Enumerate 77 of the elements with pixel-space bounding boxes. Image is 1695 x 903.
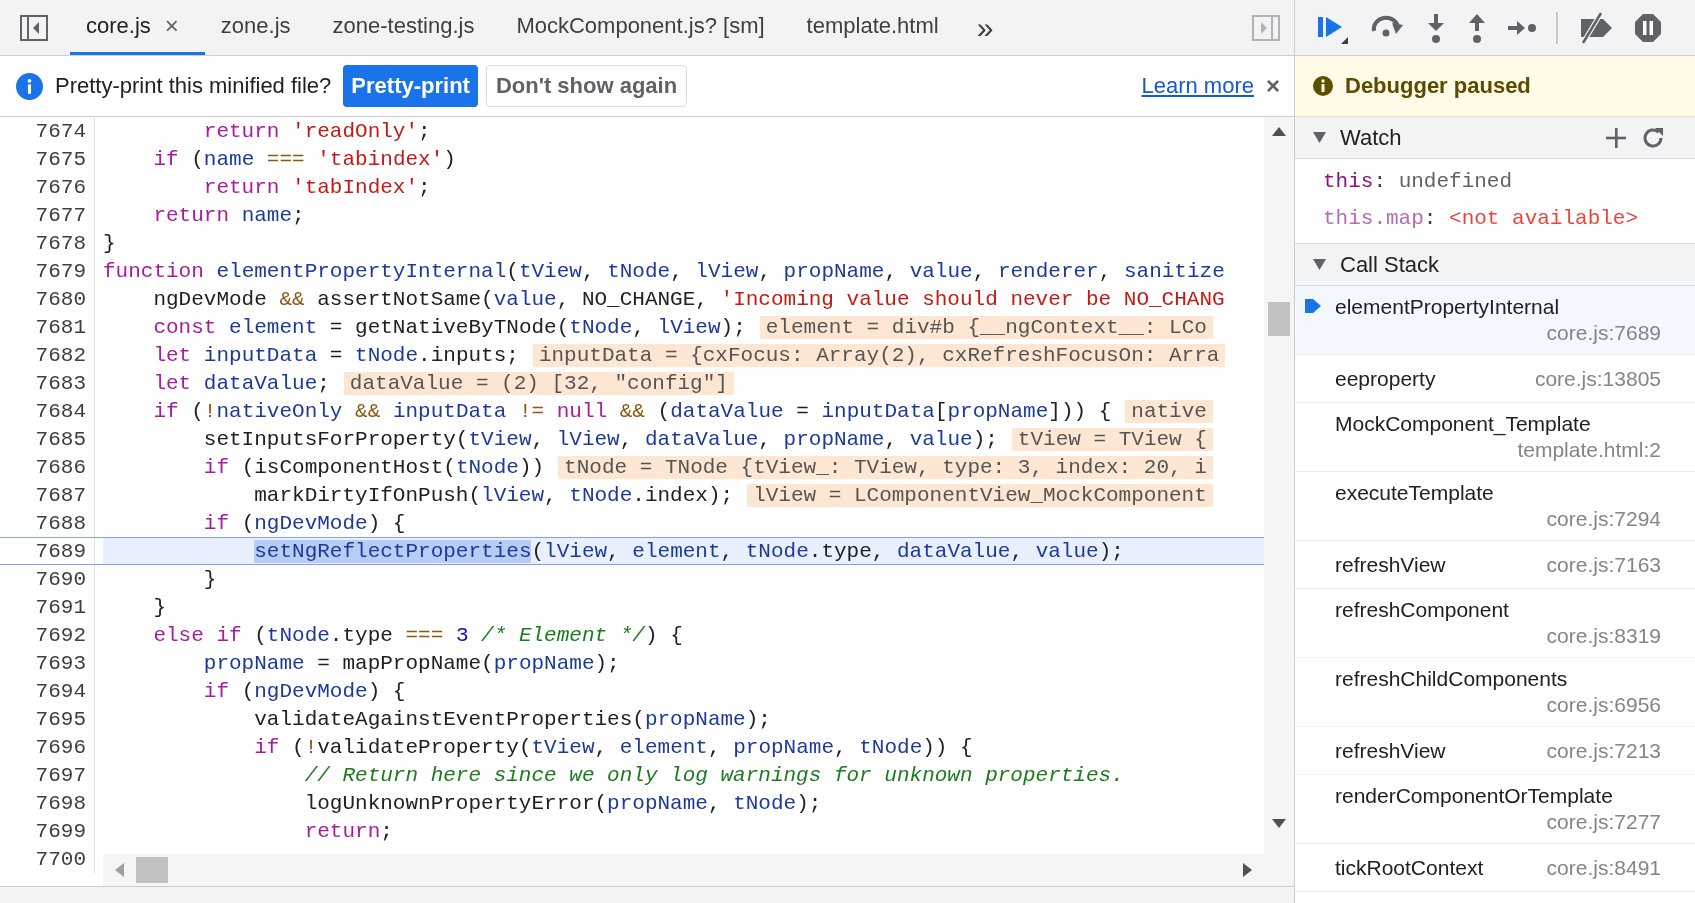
- code-line: function elementPropertyInternal(tView, tNode, lView, propName, value, renderer, sanitize: [103, 259, 1225, 283]
- code-line: if (ngDevMode) {: [202, 679, 406, 703]
- file-tab[interactable]: MockComponent.js? [sm]: [500, 0, 791, 55]
- watch-header[interactable]: Watch: [1295, 117, 1695, 159]
- code-line: // Return here since we only log warnings for unknown properties.: [303, 763, 1124, 787]
- inline-value: tView = TView {: [1011, 427, 1213, 451]
- scrollbar-thumb[interactable]: [136, 857, 168, 883]
- code-line: if (ngDevMode) {: [202, 511, 406, 535]
- call-frame[interactable]: tickRootContext core.js:8491: [1295, 844, 1695, 892]
- call-frame[interactable]: refreshComponent core.js:8319: [1295, 589, 1695, 658]
- call-frame[interactable]: MockComponent_Template template.html:2: [1295, 403, 1695, 472]
- inline-value: inputData = {cxFocus: Array(2), cxRefreshFocusOn: Arra: [532, 343, 1226, 367]
- watch-entry: this: undefined: [1323, 169, 1514, 195]
- file-tab[interactable]: zone-testing.js: [316, 0, 501, 55]
- code-line: if (isComponentHost(tNode)): [202, 455, 545, 479]
- code-line: }: [152, 595, 166, 619]
- call-frame[interactable]: refreshView core.js:7163: [1295, 541, 1695, 589]
- inline-value: dataValue = (2) [32, "config"]: [343, 371, 734, 395]
- file-tab[interactable]: core.js ×: [70, 0, 205, 55]
- call-frame[interactable]: elementPropertyInternal core.js:7689: [1295, 286, 1695, 355]
- debugger-toggle-icon[interactable]: [1252, 14, 1280, 41]
- code-line: else if (tNode.type === 3 /* Element */) {: [152, 623, 683, 647]
- close-button[interactable]: ×: [1266, 72, 1280, 100]
- add-icon[interactable]: [1605, 126, 1627, 149]
- scroll-up-icon[interactable]: [1272, 127, 1286, 136]
- section-title: Call Stack: [1340, 251, 1440, 278]
- info-message: Pretty-print this minified file?: [55, 73, 332, 99]
- current-frame-icon: [1305, 297, 1321, 315]
- expand-triangle-icon[interactable]: [1313, 132, 1326, 143]
- info-icon: [16, 72, 43, 100]
- call-frame[interactable]: eeproperty core.js:13805: [1295, 355, 1695, 403]
- info-icon: [1313, 76, 1333, 96]
- call-stack-header[interactable]: Call Stack: [1295, 244, 1695, 286]
- code-line: }: [202, 567, 217, 591]
- navigator-toggle-icon[interactable]: [20, 14, 48, 41]
- more-tabs-button[interactable]: »: [976, 12, 994, 43]
- call-frame[interactable]: renderComponentOrTemplate core.js:7277: [1295, 775, 1695, 844]
- call-frame[interactable]: refreshView core.js:7213: [1295, 727, 1695, 775]
- file-tab[interactable]: template.html: [790, 0, 965, 55]
- call-frame[interactable]: executeTemplate core.js:7294: [1295, 472, 1695, 541]
- code-line: let inputData = tNode.inputs;: [152, 343, 519, 367]
- code-line: propName = mapPropName(propName);: [202, 651, 620, 675]
- code-line: return 'readOnly';: [202, 119, 431, 143]
- code-line: validateAgainstEventProperties(propName);: [253, 707, 771, 731]
- inline-value: native: [1125, 399, 1213, 423]
- code-line: return name;: [152, 203, 305, 227]
- code-line: return 'tabIndex';: [202, 175, 431, 199]
- code-line: return;: [303, 819, 393, 843]
- code-line: logUnknownPropertyError(propName, tNode);: [303, 791, 822, 815]
- code-line: let dataValue;: [152, 371, 330, 395]
- pause-on-exceptions-icon[interactable]: [1634, 12, 1662, 43]
- scroll-right-icon[interactable]: [1243, 863, 1252, 877]
- code-line: }: [103, 231, 116, 255]
- pretty-print-button[interactable]: Pretty-print: [343, 65, 478, 107]
- inline-value: element = div#b {__ngContext__: LCo: [759, 315, 1213, 339]
- call-frame[interactable]: refreshChildComponents core.js:6956: [1295, 658, 1695, 727]
- refresh-icon[interactable]: [1641, 125, 1665, 150]
- section-title: Watch: [1340, 124, 1402, 151]
- code-line: setInputsForProperty(tView, lView, dataValue, propName, value);: [202, 427, 998, 451]
- code-line: const element = getNativeByTNode(tNode, lView);: [152, 315, 746, 339]
- learn-more-link[interactable]: Learn more: [1141, 73, 1254, 99]
- code-line: markDirtyIfOnPush(lView, tNode.index);: [253, 483, 734, 507]
- code-line: ngDevMode && assertNotSame(value, NO_CHANGE, 'Incoming value should never be NO_CHANG: [152, 287, 1225, 311]
- scrollbar-thumb[interactable]: [1268, 302, 1290, 336]
- watch-entry: this.map: <not available>: [1323, 206, 1640, 232]
- dont-show-again-button[interactable]: Don't show again: [485, 65, 688, 107]
- expand-triangle-icon[interactable]: [1313, 259, 1326, 270]
- scroll-down-icon[interactable]: [1272, 819, 1286, 828]
- vertical-scrollbar[interactable]: [1264, 117, 1294, 886]
- code-line: if (!nativeOnly && inputData != null && (dataValue = inputData[propName])) {: [152, 399, 1112, 423]
- code-line: if (name === 'tabindex'): [152, 147, 456, 171]
- inline-value: tNode = TNode {tView_: TView, type: 3, index: 20, i: [558, 455, 1213, 479]
- file-tab[interactable]: zone.js: [204, 0, 317, 55]
- code-line: if (!validateProperty(tView, element, propName, tNode)) {: [253, 735, 973, 759]
- paused-status: Debugger paused: [1345, 73, 1531, 99]
- inline-value: lView = LComponentView_MockComponent: [747, 483, 1213, 507]
- horizontal-scrollbar[interactable]: [103, 854, 1264, 886]
